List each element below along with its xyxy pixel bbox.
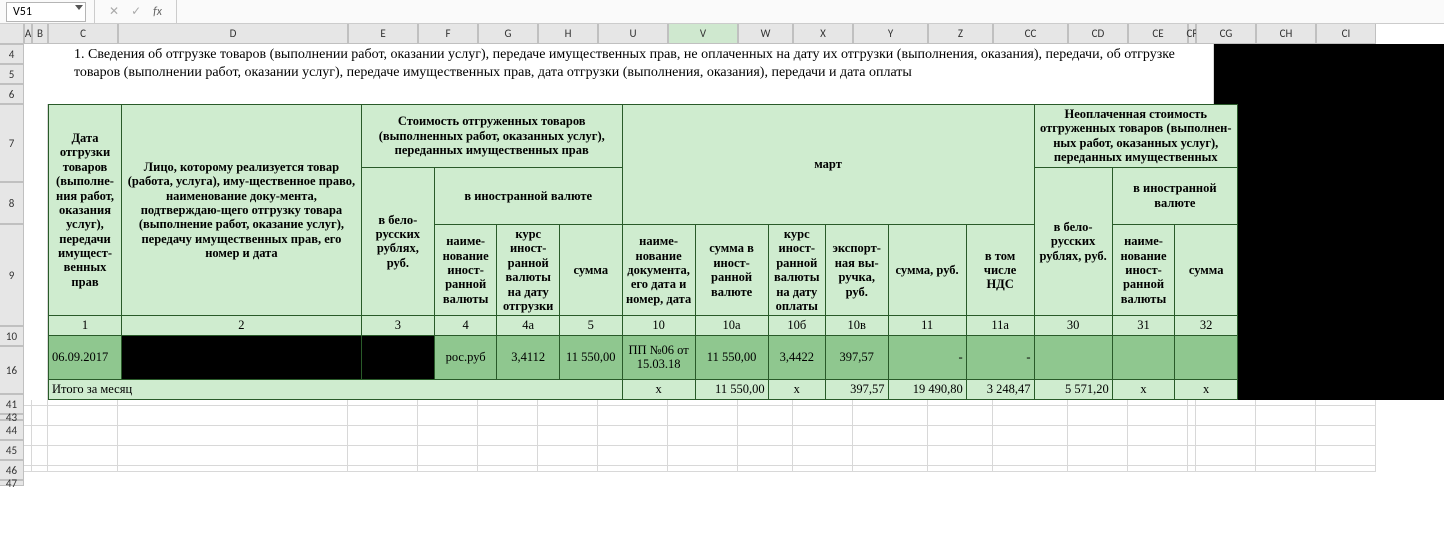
formula-input[interactable] <box>185 2 1444 22</box>
cell-byn-redacted[interactable] <box>361 335 434 379</box>
hdr-month: март <box>622 105 1034 225</box>
cancel-icon[interactable]: ✕ <box>103 4 125 19</box>
document-title: 1. Сведения об отгрузке товаров (выполне… <box>48 44 1213 104</box>
shipment-table: Дата отгрузки товаров (выполне-ния работ… <box>48 104 1238 400</box>
cell-vat[interactable]: - <box>966 335 1034 379</box>
col-header-U[interactable]: U <box>598 24 668 44</box>
col-header-W[interactable]: W <box>738 24 793 44</box>
cell-sum-foreign[interactable]: 11 550,00 <box>695 335 768 379</box>
hdr-curname2: наиме-нование иност-ранной валюты <box>1112 225 1175 316</box>
row-header-8[interactable]: 8 <box>0 182 24 224</box>
hdr-byn2: в бело-русских рублях, руб. <box>1034 167 1112 316</box>
row-header-7[interactable]: 7 <box>0 104 24 182</box>
hdr-rate-pay: курс иност-ранной валюты на дату оплаты <box>768 225 825 316</box>
hdr-docname: наиме-нование документа, его дата и номе… <box>622 225 695 316</box>
col-header-V[interactable]: V <box>668 24 738 44</box>
total-row: Итого за месяц x 11 550,00 x 397,57 19 4… <box>49 379 1238 399</box>
hdr-export: экспорт-ная вы-ручка, руб. <box>825 225 888 316</box>
col-header-CH[interactable]: CH <box>1256 24 1316 44</box>
cell-reference: V51 <box>13 5 32 19</box>
col-header-CC[interactable]: CC <box>993 24 1068 44</box>
worksheet: 4567891016414344454647 ABCDEFGHUVWXYZCCC… <box>0 24 1444 486</box>
hdr-cost: Стоимость отгруженных товаров (выполненн… <box>361 105 622 168</box>
col-header-CE[interactable]: CE <box>1128 24 1188 44</box>
col-header-X[interactable]: X <box>793 24 853 44</box>
chevron-down-icon[interactable] <box>75 5 83 10</box>
row-header-44[interactable]: 44 <box>0 420 24 440</box>
cell-sum-rub[interactable]: - <box>888 335 966 379</box>
hdr-sum-foreign: сумма в иност-ранной валюте <box>695 225 768 316</box>
cell-sum[interactable]: 11 550,00 <box>559 335 622 379</box>
cell-date[interactable]: 06.09.2017 <box>49 335 122 379</box>
row-header-47[interactable]: 47 <box>0 480 24 486</box>
cell-doc[interactable]: ПП №06 от 15.03.18 <box>622 335 695 379</box>
row-header-10[interactable]: 10 <box>0 326 24 346</box>
hdr-sum: сумма <box>559 225 622 316</box>
cell-export[interactable]: 397,57 <box>825 335 888 379</box>
hdr-vat: в том числе НДС <box>966 225 1034 316</box>
col-header-D[interactable]: D <box>118 24 348 44</box>
col-header-G[interactable]: G <box>478 24 538 44</box>
row-header-45[interactable]: 45 <box>0 440 24 460</box>
hdr-curname: наиме-нование иност-ранной валюты <box>434 225 497 316</box>
col-header-F[interactable]: F <box>418 24 478 44</box>
row-header-9[interactable]: 9 <box>0 224 24 326</box>
cell-rate-pay[interactable]: 3,4422 <box>768 335 825 379</box>
col-header-A[interactable]: A <box>24 24 32 44</box>
select-all-corner[interactable] <box>0 24 24 44</box>
col-header-C[interactable]: C <box>48 24 118 44</box>
formula-bar: V51 ✕ ✓ fx <box>0 0 1444 24</box>
name-box[interactable]: V51 <box>6 2 86 22</box>
hdr-byn: в бело-русских рублях, руб. <box>361 167 434 316</box>
cell-currency[interactable]: рос.руб <box>434 335 497 379</box>
cell-person-redacted[interactable] <box>122 335 362 379</box>
row-header-4[interactable]: 4 <box>0 44 24 64</box>
row-header-5[interactable]: 5 <box>0 64 24 84</box>
row-header-6[interactable]: 6 <box>0 84 24 104</box>
row-header-16[interactable]: 16 <box>0 346 24 394</box>
column-headers: ABCDEFGHUVWXYZCCCDCECFCGCHCI <box>24 24 1444 44</box>
cell-30[interactable] <box>1034 335 1112 379</box>
col-header-Y[interactable]: Y <box>853 24 928 44</box>
cell-32[interactable] <box>1175 335 1238 379</box>
hdr-person: Лицо, которому реализуется товар (работа… <box>122 105 362 316</box>
cell-31[interactable] <box>1112 335 1175 379</box>
total-label: Итого за месяц <box>49 379 623 399</box>
confirm-icon[interactable]: ✓ <box>125 4 147 19</box>
col-header-CI[interactable]: CI <box>1316 24 1376 44</box>
col-header-CG[interactable]: CG <box>1196 24 1256 44</box>
cell-rate[interactable]: 3,4112 <box>497 335 560 379</box>
col-header-Z[interactable]: Z <box>928 24 993 44</box>
hdr-foreign2: в иностранной валюте <box>1112 167 1237 225</box>
table-row: 06.09.2017 рос.руб 3,4112 11 550,00 ПП №… <box>49 335 1238 379</box>
fx-icon[interactable]: fx <box>147 5 168 19</box>
col-header-B[interactable]: B <box>32 24 48 44</box>
hdr-foreign: в иностранной валюте <box>434 167 622 225</box>
hdr-date: Дата отгрузки товаров (выполне-ния работ… <box>49 105 122 316</box>
hdr-rate-ship: курс иност-ранной валюты на дату отгрузк… <box>497 225 560 316</box>
col-header-H[interactable]: H <box>538 24 598 44</box>
col-header-E[interactable]: E <box>348 24 418 44</box>
col-header-CD[interactable]: CD <box>1068 24 1128 44</box>
hdr-unpaid: Неоплаченная стоимость отгруженных товар… <box>1034 105 1237 168</box>
col-header-CF[interactable]: CF <box>1188 24 1196 44</box>
hdr-sum2: сумма <box>1175 225 1238 316</box>
hdr-sum-rub: сумма, руб. <box>888 225 966 316</box>
column-numbers-row: 1 2 3 4 4а 5 10 10а 10б 10в 11 11а 30 31 <box>49 316 1238 335</box>
